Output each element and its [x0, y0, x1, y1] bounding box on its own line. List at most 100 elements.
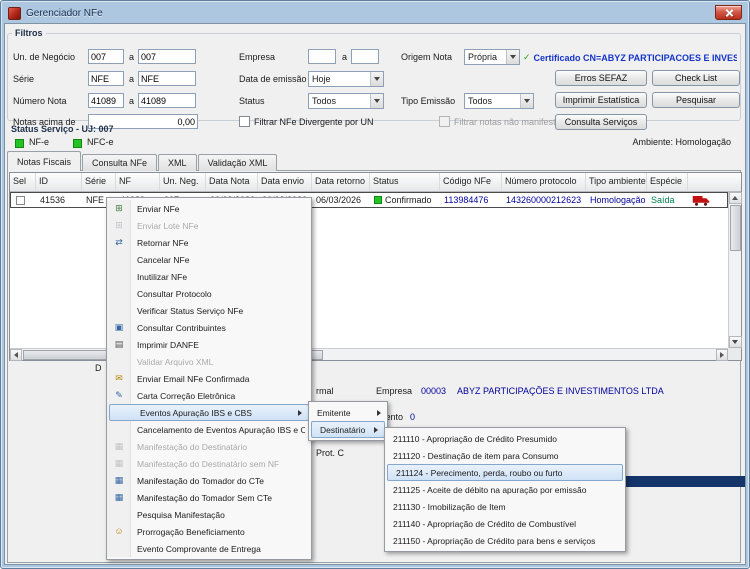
empresa-to-input[interactable]	[351, 49, 379, 64]
menu-item-consultar-protocolo[interactable]: Consultar Protocolo	[107, 285, 311, 302]
chevron-down-icon	[370, 94, 383, 108]
certificado-text: Certificado CN=ABYZ PARTICIPACOES E INVE…	[534, 53, 737, 63]
submenu-item-211124[interactable]: 211124 - Perecimento, perda, roubo ou fu…	[387, 464, 623, 481]
menu-item-consultar-contribuintes[interactable]: ▣ Consultar Contribuintes	[107, 319, 311, 336]
column-header-sel[interactable]: Sel	[10, 173, 36, 191]
column-header-status[interactable]: Status	[370, 173, 440, 191]
numero-nota-from-input[interactable]	[88, 93, 124, 108]
submenu-item-211150[interactable]: 211150 - Apropriação de Crédito para ben…	[385, 532, 625, 549]
submenu-item-destinatario[interactable]: Destinatário	[311, 421, 385, 438]
submenu-item-emitente[interactable]: Emitente	[309, 404, 387, 421]
column-header-data-envio[interactable]: Data envio	[258, 173, 312, 191]
pesquisar-button[interactable]: Pesquisar	[652, 92, 740, 108]
filtrar-divergente-checkbox[interactable]: Filtrar NFe Divergente por UN	[239, 116, 374, 127]
tab-consulta-nfe[interactable]: Consulta NFe	[82, 154, 157, 171]
status-select[interactable]: Todos	[308, 93, 384, 109]
nfce-status-icon	[73, 139, 82, 148]
menu-item-enviar-nfe[interactable]: ⊞ Enviar NFe	[107, 200, 311, 217]
submenu-item-211130[interactable]: 211130 - Imobilização de Item	[385, 498, 625, 515]
un-negocio-to-input[interactable]	[138, 49, 196, 64]
tab-bar: Notas Fiscais Consulta NFe XML Validação…	[7, 151, 278, 171]
submenu-item-211110[interactable]: 211110 - Apropriação de Crédito Presumid…	[385, 430, 625, 447]
column-header-serie[interactable]: Série	[82, 173, 116, 191]
scroll-up-icon[interactable]	[729, 192, 742, 204]
manifestacao-icon: ▦	[107, 455, 131, 472]
serie-from-input[interactable]	[88, 71, 124, 86]
tipo-emissao-select[interactable]: Todos	[464, 93, 534, 109]
data-emissao-label: Data de emissão	[239, 74, 307, 84]
submenu-item-211120[interactable]: 211120 - Destinação de item para Consumo	[385, 447, 625, 464]
close-button[interactable]	[715, 5, 742, 20]
tab-validacao-xml[interactable]: Validação XML	[198, 154, 278, 171]
client-area: Filtros Un. de Negócio a Empresa a Orige…	[4, 23, 746, 565]
tab-notas-fiscais[interactable]: Notas Fiscais	[7, 151, 81, 171]
column-header-un-neg[interactable]: Un. Neg.	[160, 173, 206, 191]
titlebar[interactable]: Gerenciador NFe	[4, 4, 746, 23]
column-header-tipo-ambiente[interactable]: Tipo ambiente	[586, 173, 647, 191]
checkbox-icon	[439, 116, 450, 127]
empresa-codigo-value: 00003	[421, 386, 446, 396]
person-icon: ☺	[107, 523, 131, 540]
empresa-label: Empresa	[239, 52, 275, 62]
submenu-eventos: 211110 - Apropriação de Crédito Presumid…	[384, 427, 626, 552]
prot-cancelamento-fragment: Prot. C	[316, 448, 344, 458]
menu-item-prorrogacao-beneficiamento[interactable]: ☺ Prorrogação Beneficiamento	[107, 523, 311, 540]
checkbox-icon	[239, 116, 250, 127]
cell-data-retorno: 06/03/2026	[313, 193, 371, 207]
menu-item-inutilizar-nfe[interactable]: Inutilizar NFe	[107, 268, 311, 285]
column-header-codigo-nfe[interactable]: Código NFe	[440, 173, 502, 191]
submenu-arrow-icon	[377, 410, 381, 416]
menu-item-enviar-email-nfe-confirmada[interactable]: ✉ Enviar Email NFe Confirmada	[107, 370, 311, 387]
row-select-checkbox[interactable]	[16, 196, 25, 205]
imprimir-estatistica-button[interactable]: Imprimir Estatística	[555, 92, 647, 108]
menu-item-manifestacao-tomador-sem-cte[interactable]: ▦ Manifestação do Tomador Sem CTe	[107, 489, 311, 506]
scroll-right-icon[interactable]	[716, 349, 728, 361]
numero-nota-to-input[interactable]	[138, 93, 196, 108]
app-icon	[8, 7, 21, 20]
submenu-item-211140[interactable]: 211140 - Apropriação de Crédito de Combu…	[385, 515, 625, 532]
submenu-arrow-icon	[298, 410, 302, 416]
check-list-button[interactable]: Check List	[652, 70, 740, 86]
grid-header: Sel ID Série NF Un. Neg. Data Nota Data …	[10, 173, 741, 192]
column-header-id[interactable]: ID	[36, 173, 82, 191]
column-header-especie[interactable]: Espécie	[647, 173, 688, 191]
column-header-numero-protocolo[interactable]: Número protocolo	[502, 173, 586, 191]
menu-item-cancelar-nfe[interactable]: Cancelar NFe	[107, 251, 311, 268]
menu-item-retornar-nfe[interactable]: ⇄ Retornar NFe	[107, 234, 311, 251]
tab-xml[interactable]: XML	[158, 154, 197, 171]
scroll-left-icon[interactable]	[10, 349, 22, 361]
cell-tipo-ambiente: Homologação	[587, 193, 648, 207]
origem-nota-select[interactable]: Própria	[464, 49, 520, 65]
menu-item-carta-correcao-eletronica[interactable]: ✎ Carta Correção Eletrônica	[107, 387, 311, 404]
context-menu: ⊞ Enviar NFe ⊞ Enviar Lote NFe ⇄ Retorna…	[106, 197, 312, 560]
pencil-icon: ✎	[107, 387, 131, 404]
scroll-down-icon[interactable]	[729, 336, 742, 348]
cell-status: Confirmado	[371, 193, 441, 207]
manifestacao-icon: ▦	[107, 472, 131, 489]
serie-to-input[interactable]	[138, 71, 196, 86]
data-emissao-select[interactable]: Hoje	[308, 71, 384, 87]
empresa-from-input[interactable]	[308, 49, 336, 64]
erros-sefaz-button[interactable]: Erros SEFAZ	[555, 70, 647, 86]
menu-item-verificar-status-servico-nfe[interactable]: Verificar Status Serviço NFe	[107, 302, 311, 319]
menu-item-pesquisa-manifestacao[interactable]: Pesquisa Manifestação	[107, 506, 311, 523]
menu-item-manifestacao-tomador-cte[interactable]: ▦ Manifestação do Tomador do CTe	[107, 472, 311, 489]
menu-item-imprimir-danfe[interactable]: ▤ Imprimir DANFE	[107, 336, 311, 353]
menu-item-cancelamento-eventos-apuracao[interactable]: Cancelamento de Eventos Apuração IBS e C…	[107, 421, 311, 438]
certificado-status: ✓ Certificado CN=ABYZ PARTICIPACOES E IN…	[523, 52, 737, 63]
scrollbar-thumb[interactable]	[730, 205, 741, 251]
consulta-servicos-button[interactable]: Consulta Serviços	[555, 114, 647, 130]
menu-item-evento-comprovante-entrega[interactable]: Evento Comprovante de Entrega	[107, 540, 311, 557]
un-negocio-from-input[interactable]	[88, 49, 124, 64]
submenu-item-211125[interactable]: 211125 - Aceite de débito na apuração po…	[385, 481, 625, 498]
column-header-data-nota[interactable]: Data Nota	[206, 173, 258, 191]
column-header-nf[interactable]: NF	[116, 173, 160, 191]
manifestacao-icon: ▦	[107, 438, 131, 455]
menu-item-eventos-apuracao-ibs-cbs[interactable]: Eventos Apuração IBS e CBS	[109, 404, 309, 421]
empresa-detail-label: Empresa	[376, 386, 412, 396]
menu-item-manifestacao-destinatario-sem-nf: ▦ Manifestação do Destinatário sem NF	[107, 455, 311, 472]
column-header-data-retorno[interactable]: Data retorno	[312, 173, 370, 191]
chevron-down-icon	[520, 94, 533, 108]
manifestacao-icon: ▦	[107, 489, 131, 506]
vertical-scrollbar[interactable]	[728, 192, 741, 348]
